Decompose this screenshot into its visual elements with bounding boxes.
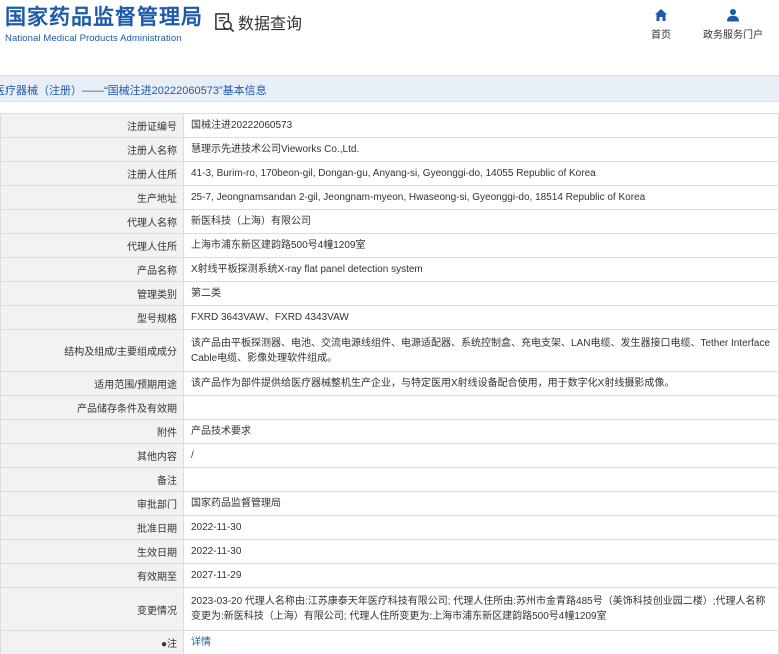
field-label: 产品储存条件及有效期	[0, 395, 184, 420]
field-value: 25-7, Jeongnamsandan 2-gil, Jeongnam-mye…	[183, 185, 779, 210]
table-row: 管理类别 第二类	[0, 281, 779, 306]
site-header: 国家药品监督管理局 National Medical Products Admi…	[0, 0, 779, 75]
field-value: 上海市浦东新区建韵路500号4幢1209室	[183, 233, 779, 258]
field-value: 41-3, Burim-ro, 170beon-gil, Dongan-gu, …	[183, 161, 779, 186]
breadcrumb-bar: 医疗器械（注册）——“国械注进20222060573”基本信息	[0, 75, 779, 102]
field-value: 产品技术要求	[183, 419, 779, 444]
field-value	[183, 467, 779, 492]
field-label: 审批部门	[0, 491, 184, 516]
data-query-title: 数据查询	[214, 11, 302, 33]
nav-home-label: 首页	[651, 30, 671, 41]
nav-service-portal[interactable]: 政务服务门户	[698, 8, 768, 41]
breadcrumb: 医疗器械（注册）——“国械注进20222060573”基本信息	[0, 85, 267, 97]
table-row: 生效日期 2022-11-30	[0, 539, 779, 564]
field-label: 批准日期	[0, 515, 184, 540]
home-icon	[655, 9, 667, 21]
field-label: 变更情况	[0, 587, 184, 631]
nav-home[interactable]: 首页	[646, 8, 676, 41]
field-label: 注册证编号	[0, 113, 184, 138]
table-row: 有效期至 2027-11-29	[0, 563, 779, 588]
field-value: 2023-03-20 代理人名称由:江苏康泰天年医疗科技有限公司; 代理人住所由…	[183, 587, 779, 631]
table-row-note: ●注 详情	[0, 630, 779, 654]
field-label: 适用范围/预期用途	[0, 371, 184, 396]
field-label: 代理人住所	[0, 233, 184, 258]
field-label: 生产地址	[0, 185, 184, 210]
table-row: 适用范围/预期用途 该产品作为部件提供给医疗器械整机生产企业，与特定医用X射线设备…	[0, 371, 779, 396]
table-row: 批准日期 2022-11-30	[0, 515, 779, 540]
field-value: 2027-11-29	[183, 563, 779, 588]
table-row: 代理人名称 新医科技（上海）有限公司	[0, 209, 779, 234]
table-row: 产品名称 X射线平板探测系统X-ray flat panel detection …	[0, 257, 779, 282]
field-value: 2022-11-30	[183, 515, 779, 540]
logo-chinese-name: 国家药品监督管理局	[5, 6, 203, 29]
table-row: 其他内容 /	[0, 443, 779, 468]
field-value: 第二类	[183, 281, 779, 306]
field-value	[183, 395, 779, 420]
field-value: 慧理示先进技术公司Vieworks Co.,Ltd.	[183, 137, 779, 162]
field-label: 代理人名称	[0, 209, 184, 234]
table-row: 注册证编号 国械注进20222060573	[0, 113, 779, 138]
field-value: /	[183, 443, 779, 468]
search-document-icon	[215, 12, 235, 32]
field-label: 注册人名称	[0, 137, 184, 162]
field-value: X射线平板探测系统X-ray flat panel detection syst…	[183, 257, 779, 282]
registration-info-table: 注册证编号 国械注进20222060573 注册人名称 慧理示先进技术公司Viewo…	[0, 113, 779, 654]
table-row: 审批部门 国家药品监督管理局	[0, 491, 779, 516]
field-value: 2022-11-30	[183, 539, 779, 564]
table-row: 附件 产品技术要求	[0, 419, 779, 444]
query-label: 数据查询	[238, 16, 303, 33]
field-value: 新医科技（上海）有限公司	[183, 209, 779, 234]
field-label: 型号规格	[0, 305, 184, 330]
field-label: 结构及组成/主要组成成分	[0, 329, 184, 372]
logo-english-name: National Medical Products Administration	[5, 33, 182, 44]
nmpa-logo[interactable]: 国家药品监督管理局 National Medical Products Admi…	[5, 6, 203, 45]
table-row: 注册人住所 41-3, Burim-ro, 170beon-gil, Dongan…	[0, 161, 779, 186]
user-icon	[727, 9, 739, 22]
field-label: 注册人住所	[0, 161, 184, 186]
field-label: 产品名称	[0, 257, 184, 282]
field-label: 备注	[0, 467, 184, 492]
table-row: 型号规格 FXRD 3643VAW、FXRD 4343VAW	[0, 305, 779, 330]
field-value: FXRD 3643VAW、FXRD 4343VAW	[183, 305, 779, 330]
field-label: 生效日期	[0, 539, 184, 564]
table-row: 代理人住所 上海市浦东新区建韵路500号4幢1209室	[0, 233, 779, 258]
field-label-note: ●注	[0, 630, 184, 654]
field-label: 附件	[0, 419, 184, 444]
field-value: 该产品由平板探测器、电池、交流电源线组件、电源适配器、系统控制盒、充电支架、LA…	[183, 329, 779, 372]
field-value: 国械注进20222060573	[183, 113, 779, 138]
table-row: 备注	[0, 467, 779, 492]
table-row: 注册人名称 慧理示先进技术公司Vieworks Co.,Ltd.	[0, 137, 779, 162]
table-row: 结构及组成/主要组成成分 该产品由平板探测器、电池、交流电源线组件、电源适配器、系…	[0, 329, 779, 372]
field-label: 有效期至	[0, 563, 184, 588]
table-row: 产品储存条件及有效期	[0, 395, 779, 420]
nav-service-label: 政务服务门户	[703, 30, 763, 41]
table-row: 生产地址 25-7, Jeongnamsandan 2-gil, Jeongnam…	[0, 185, 779, 210]
field-value: 该产品作为部件提供给医疗器械整机生产企业，与特定医用X射线设备配合使用，用于数字…	[183, 371, 779, 396]
field-label: 管理类别	[0, 281, 184, 306]
field-value: 国家药品监督管理局	[183, 491, 779, 516]
table-row: 变更情况 2023-03-20 代理人名称由:江苏康泰天年医疗科技有限公司; 代理…	[0, 587, 779, 631]
details-link[interactable]: 详情	[183, 630, 779, 654]
field-label: 其他内容	[0, 443, 184, 468]
note-label: 注	[167, 639, 177, 650]
